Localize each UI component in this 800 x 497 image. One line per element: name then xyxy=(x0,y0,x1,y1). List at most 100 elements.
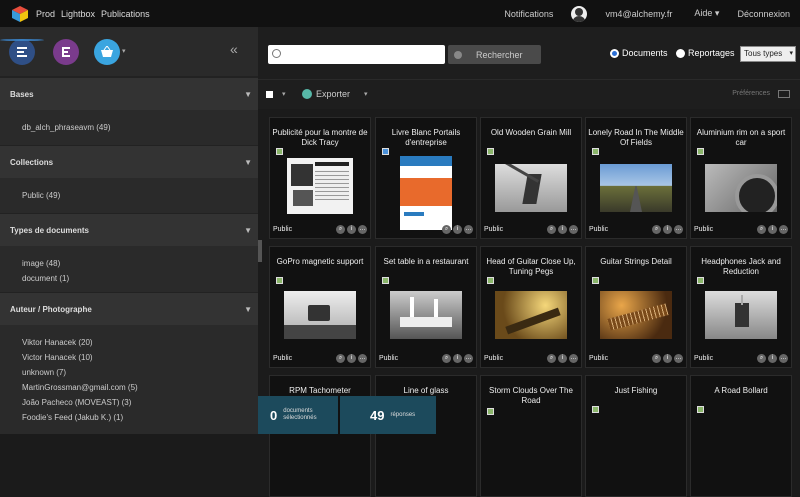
zoom-icon[interactable]: ⌕ xyxy=(652,354,661,363)
avatar[interactable] xyxy=(571,5,588,22)
facet-item[interactable]: document (1) xyxy=(22,271,258,286)
facet-header-collections[interactable]: Collections ▼ xyxy=(0,145,258,178)
result-card[interactable]: RPM Tachometer xyxy=(269,375,371,497)
result-card[interactable]: A Road Bollard xyxy=(690,375,792,497)
zoom-icon[interactable]: ⌕ xyxy=(336,354,345,363)
nav-lightbox[interactable]: Lightbox xyxy=(61,9,95,19)
search-input[interactable] xyxy=(268,45,445,64)
more-icon[interactable]: … xyxy=(569,354,578,363)
zoom-icon[interactable]: ⌕ xyxy=(652,225,661,234)
info-icon[interactable]: i xyxy=(453,225,462,234)
basket-icon[interactable] xyxy=(94,39,120,65)
app-logo-icon[interactable] xyxy=(12,5,28,22)
more-icon[interactable]: … xyxy=(358,225,367,234)
result-card[interactable]: Old Wooden Grain Mill Public ⌕ i… xyxy=(480,117,582,239)
result-card[interactable]: Line of glass xyxy=(375,375,477,497)
facet-item[interactable]: unknown (7) xyxy=(22,365,258,380)
document-type-select[interactable]: Tous types ▾ xyxy=(740,46,796,62)
info-icon[interactable]: i xyxy=(768,354,777,363)
help-menu[interactable]: Aide ▾ xyxy=(694,8,719,19)
logout-link[interactable]: Déconnexion xyxy=(737,9,790,19)
result-card[interactable]: Head of Guitar Close Up, Tuning Pegs Pub… xyxy=(480,246,582,368)
info-icon[interactable]: i xyxy=(347,354,356,363)
result-card[interactable]: Publicité pour la montre de Dick Tracy P… xyxy=(269,117,371,239)
facet-item[interactable]: Viktor Hanacek (20) xyxy=(22,335,258,350)
result-card[interactable]: Just Fishing xyxy=(585,375,687,497)
more-icon[interactable]: … xyxy=(569,225,578,234)
collapse-sidebar-icon[interactable]: « xyxy=(230,41,238,57)
zoom-icon[interactable]: ⌕ xyxy=(336,225,345,234)
facet-header-bases[interactable]: Bases ▼ xyxy=(0,77,258,110)
result-card[interactable]: Livre Blanc Portails d'entreprise ⌕ i… xyxy=(375,117,477,239)
zoom-icon[interactable]: ⌕ xyxy=(442,354,451,363)
result-card[interactable]: Aluminium rim on a sport car Public ⌕ i… xyxy=(690,117,792,239)
info-icon[interactable]: i xyxy=(768,225,777,234)
facet-item[interactable]: db_alch_phraseavm (49) xyxy=(22,120,258,135)
basket-dropdown-icon[interactable]: ▾ xyxy=(122,47,126,55)
result-card[interactable]: Storm Clouds Over The Road xyxy=(480,375,582,497)
radio-unchecked-icon[interactable] xyxy=(676,49,685,59)
info-icon[interactable]: i xyxy=(453,354,462,363)
card-thumbnail[interactable] xyxy=(600,164,672,212)
card-thumbnail[interactable] xyxy=(284,291,356,339)
select-all-checkbox[interactable] xyxy=(266,91,273,98)
zoom-icon[interactable]: ⌕ xyxy=(442,225,451,234)
more-icon[interactable]: … xyxy=(779,354,788,363)
display-icon[interactable] xyxy=(778,90,790,98)
chevron-down-icon[interactable]: ▼ xyxy=(244,90,252,99)
info-icon[interactable]: i xyxy=(558,354,567,363)
info-icon[interactable]: i xyxy=(663,225,672,234)
facets-tab-icon[interactable] xyxy=(9,39,35,65)
info-icon[interactable]: i xyxy=(347,225,356,234)
filter-documents[interactable]: Documents xyxy=(610,48,668,59)
facet-header-author[interactable]: Auteur / Photographe ▼ xyxy=(0,292,258,325)
info-icon[interactable]: i xyxy=(558,225,567,234)
sidebar-scrollbar[interactable] xyxy=(258,240,262,262)
card-thumbnail[interactable] xyxy=(400,156,452,230)
more-icon[interactable]: … xyxy=(464,225,473,234)
result-card[interactable]: Headphones Jack and Reduction Public ⌕ i… xyxy=(690,246,792,368)
result-card[interactable]: Guitar Strings Detail Public ⌕ i… xyxy=(585,246,687,368)
zoom-icon[interactable]: ⌕ xyxy=(757,354,766,363)
card-thumbnail[interactable] xyxy=(390,291,462,339)
preferences-link[interactable]: Préférences xyxy=(732,90,770,97)
more-icon[interactable]: … xyxy=(779,225,788,234)
result-card[interactable]: GoPro magnetic support Public ⌕ i… xyxy=(269,246,371,368)
user-email[interactable]: vm4@alchemy.fr xyxy=(605,9,672,19)
card-thumbnail[interactable] xyxy=(705,291,777,339)
chevron-down-icon[interactable]: ▼ xyxy=(244,305,252,314)
card-thumbnail[interactable] xyxy=(287,158,353,214)
chevron-down-icon[interactable]: ▾ xyxy=(282,90,286,98)
facet-item[interactable]: Victor Hanacek (10) xyxy=(22,350,258,365)
card-thumbnail[interactable] xyxy=(495,291,567,339)
facet-item[interactable]: MartinGrossman@gmail.com (5) xyxy=(22,380,258,395)
export-button[interactable]: Exporter ▾ xyxy=(302,89,368,99)
info-icon[interactable]: i xyxy=(663,354,672,363)
more-icon[interactable]: … xyxy=(674,354,683,363)
card-thumbnail[interactable] xyxy=(495,164,567,212)
result-card[interactable]: Set table in a restaurant Public ⌕ i… xyxy=(375,246,477,368)
facet-item[interactable]: João Pacheco (MOVEAST) (3) xyxy=(22,395,258,410)
basket-list-icon[interactable] xyxy=(53,39,79,65)
facet-item[interactable]: image (48) xyxy=(22,256,258,271)
settings-icon[interactable] xyxy=(454,50,462,59)
more-icon[interactable]: … xyxy=(358,354,367,363)
zoom-icon[interactable]: ⌕ xyxy=(757,225,766,234)
chevron-down-icon[interactable]: ▼ xyxy=(244,158,252,167)
zoom-icon[interactable]: ⌕ xyxy=(547,225,556,234)
selection-counter[interactable]: 0 documents sélectionnés xyxy=(258,396,338,434)
facet-item[interactable]: Public (49) xyxy=(22,188,258,203)
facet-header-types[interactable]: Types de documents ▼ xyxy=(0,213,258,246)
card-thumbnail[interactable] xyxy=(705,164,777,212)
card-thumbnail[interactable] xyxy=(600,291,672,339)
nav-publications[interactable]: Publications xyxy=(101,9,150,19)
more-icon[interactable]: … xyxy=(674,225,683,234)
more-icon[interactable]: … xyxy=(464,354,473,363)
radio-checked-icon[interactable] xyxy=(610,49,619,59)
result-card[interactable]: Lonely Road In The Middle Of Fields Publ… xyxy=(585,117,687,239)
notifications-link[interactable]: Notifications xyxy=(504,9,553,19)
search-button[interactable]: Rechercher xyxy=(448,45,541,64)
filter-reportages[interactable]: Reportages xyxy=(676,48,735,59)
zoom-icon[interactable]: ⌕ xyxy=(547,354,556,363)
nav-prod[interactable]: Prod xyxy=(36,9,55,19)
